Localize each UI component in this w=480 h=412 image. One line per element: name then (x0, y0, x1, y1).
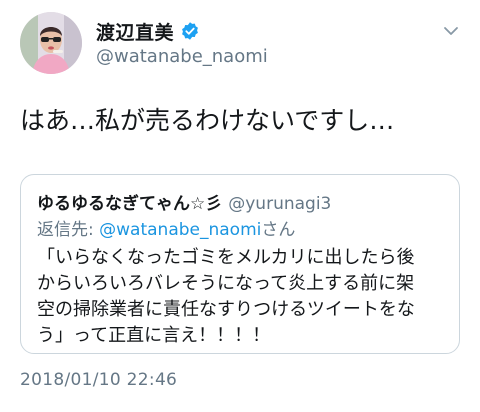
reply-to-line: 返信先: @watanabe_naomiさん (37, 215, 295, 240)
author-username[interactable]: @watanabe_naomi (96, 46, 268, 67)
quoted-tweet-text: 「いらなくなったゴミをメルカリに出したら後 からいろいろバレそうになって炎上する… (37, 245, 455, 349)
quoted-tweet[interactable]: ゆるゆるなぎてゃん☆彡 @yurunagi3 返信先: @watanabe_na… (20, 174, 460, 354)
author-name-row[interactable]: 渡辺直美 (96, 18, 200, 44)
quoted-tweet-header: ゆるゆるなぎてゃん☆彡 @yurunagi3 (37, 189, 332, 214)
quoted-text-line: からいろいろバレそうになって炎上する前に架 (37, 273, 415, 294)
avatar-image (20, 12, 82, 74)
reply-label: 返信先: (37, 220, 100, 240)
tweet-timestamp[interactable]: 2018/01/10 22:46 (20, 370, 177, 390)
reply-mention-link[interactable]: @watanabe_naomi (99, 220, 261, 240)
quoted-display-name: ゆるゆるなぎてゃん☆彡 (37, 194, 223, 214)
chevron-down-icon[interactable] (442, 22, 460, 40)
tweet-card: 渡辺直美 @watanabe_naomi はあ…私が売るわけないですし… ゆるゆ… (0, 0, 480, 412)
quoted-text-line: う」って正直に言え！！！！ (37, 325, 271, 346)
author-display-name[interactable]: 渡辺直美 (96, 18, 174, 45)
quoted-text-line: 空の掃除業者に責任なすりつけるツイートをな (37, 299, 415, 320)
tweet-text: はあ…私が売るわけないですし… (20, 106, 395, 135)
quoted-username: @yurunagi3 (228, 194, 332, 214)
verified-badge-icon (180, 21, 200, 41)
quoted-text-line: 「いらなくなったゴミをメルカリに出したら後 (37, 247, 415, 268)
reply-suffix: さん (261, 220, 296, 240)
avatar[interactable] (20, 12, 82, 74)
